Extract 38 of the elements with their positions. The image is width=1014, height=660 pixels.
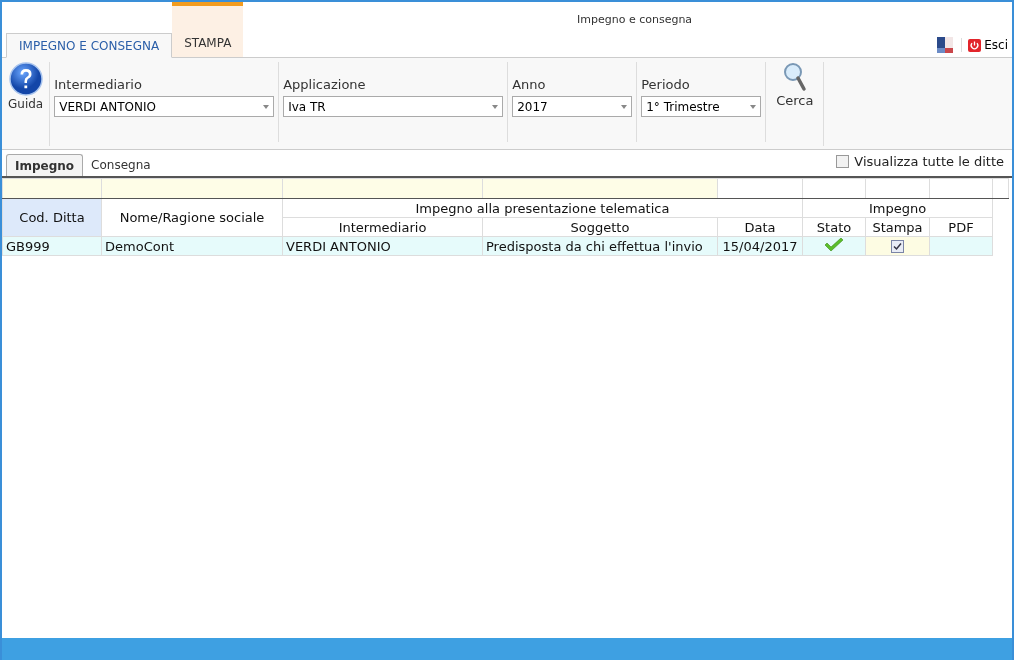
filter-cell[interactable]	[282, 178, 483, 199]
dropdown-field[interactable]: VERDI ANTONIO	[54, 96, 275, 117]
sub-tab[interactable]: Impegno	[6, 154, 84, 176]
power-icon	[968, 38, 982, 52]
ribbon-tab[interactable]: IMPEGNO E CONSEGNA	[6, 33, 173, 58]
filter-cell[interactable]	[865, 178, 930, 199]
caret-icon	[492, 104, 499, 109]
caret-icon	[263, 104, 270, 109]
table-row[interactable]: GB999 DemoCont VERDI ANTONIO Predisposta da chi effettua l'invio 15/04/2017	[2, 236, 1009, 256]
dropdown-field[interactable]: 2017	[512, 96, 633, 117]
window-title: Impegno e consegna	[577, 13, 693, 26]
column-header[interactable]: Nome/Ragione sociale	[101, 198, 283, 237]
field-label: Applicazione	[283, 77, 367, 92]
field-label: Intermediario	[54, 77, 143, 92]
dropdown-field[interactable]: 1° Trimestre	[641, 96, 762, 117]
filter-cell[interactable]	[929, 178, 993, 199]
filter-cell[interactable]	[717, 178, 803, 199]
caret-icon	[750, 104, 757, 109]
filter-cell[interactable]	[802, 178, 866, 199]
filter-cell[interactable]	[101, 178, 283, 199]
filter-cell[interactable]	[482, 178, 718, 199]
search-button[interactable]: Cerca	[774, 62, 816, 146]
checkbox[interactable]	[836, 155, 850, 168]
filter-cell[interactable]	[2, 178, 102, 199]
help-icon	[8, 62, 43, 96]
sub-tab[interactable]: Consegna	[83, 154, 159, 176]
field-label: Anno	[512, 77, 547, 92]
dropdown-field[interactable]: Iva TR	[283, 96, 504, 117]
flag-icon[interactable]	[937, 37, 954, 53]
help-button[interactable]: Guida	[6, 62, 46, 146]
column-header[interactable]: Cod. Ditta	[2, 198, 102, 237]
show-all-checkbox[interactable]: Visualizza tutte le ditte	[836, 154, 1004, 169]
ribbon-tab[interactable]: STAMPA	[172, 2, 244, 57]
search-icon	[782, 62, 807, 92]
checkbox[interactable]	[891, 239, 904, 253]
exit-button[interactable]: Esci	[961, 38, 1008, 52]
field-label: Periodo	[641, 77, 691, 92]
caret-icon	[621, 104, 628, 109]
